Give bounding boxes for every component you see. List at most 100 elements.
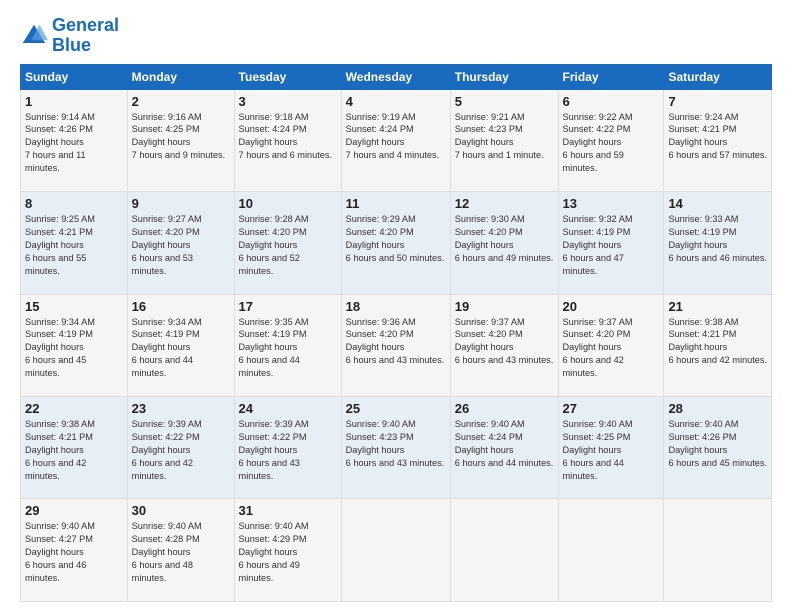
weekday-header-monday: Monday — [127, 64, 234, 89]
day-detail: Sunrise: 9:33 AMSunset: 4:19 PMDaylight … — [668, 213, 767, 265]
week-row-5: 29 Sunrise: 9:40 AMSunset: 4:27 PMDayligh… — [21, 499, 772, 602]
calendar-cell: 25Sunrise: 9:40 AMSunset: 4:23 PMDayligh… — [341, 397, 450, 499]
logo-text: General Blue — [52, 16, 119, 56]
calendar-cell: 10Sunrise: 9:28 AMSunset: 4:20 PMDayligh… — [234, 192, 341, 294]
day-number: 19 — [455, 299, 554, 314]
day-number: 18 — [346, 299, 446, 314]
day-detail: Sunrise: 9:40 AMSunset: 4:25 PMDaylight … — [563, 418, 660, 482]
calendar-cell: 16 Sunrise: 9:34 AMSunset: 4:19 PMDayligh… — [127, 294, 234, 396]
calendar-table: SundayMondayTuesdayWednesdayThursdayFrid… — [20, 64, 772, 602]
calendar-cell: 26Sunrise: 9:40 AMSunset: 4:24 PMDayligh… — [450, 397, 558, 499]
day-number: 16 — [132, 299, 230, 314]
day-detail: Sunrise: 9:18 AMSunset: 4:24 PMDaylight … — [239, 111, 337, 163]
day-number: 30 — [132, 503, 230, 518]
day-detail: Sunrise: 9:40 AMSunset: 4:27 PMDaylight … — [25, 520, 123, 584]
weekday-header-row: SundayMondayTuesdayWednesdayThursdayFrid… — [21, 64, 772, 89]
day-detail: Sunrise: 9:40 AMSunset: 4:28 PMDaylight … — [132, 520, 230, 584]
day-number: 8 — [25, 196, 123, 211]
logo-icon — [20, 22, 48, 50]
day-number: 10 — [239, 196, 337, 211]
calendar-cell: 4 Sunrise: 9:19 AMSunset: 4:24 PMDaylight… — [341, 89, 450, 191]
weekday-header-sunday: Sunday — [21, 64, 128, 89]
day-detail: Sunrise: 9:21 AMSunset: 4:23 PMDaylight … — [455, 111, 554, 163]
day-detail: Sunrise: 9:27 AMSunset: 4:20 PMDaylight … — [132, 213, 230, 277]
day-detail: Sunrise: 9:38 AMSunset: 4:21 PMDaylight … — [25, 418, 123, 482]
calendar-cell: 18 Sunrise: 9:36 AMSunset: 4:20 PMDayligh… — [341, 294, 450, 396]
week-row-3: 15 Sunrise: 9:34 AMSunset: 4:19 PMDayligh… — [21, 294, 772, 396]
weekday-header-wednesday: Wednesday — [341, 64, 450, 89]
calendar-cell — [664, 499, 772, 602]
day-number: 4 — [346, 94, 446, 109]
day-detail: Sunrise: 9:34 AMSunset: 4:19 PMDaylight … — [25, 316, 123, 380]
calendar-body: 1Sunrise: 9:14 AMSunset: 4:26 PMDaylight… — [21, 89, 772, 601]
day-number: 17 — [239, 299, 337, 314]
logo: General Blue — [20, 16, 119, 56]
day-number: 14 — [668, 196, 767, 211]
day-number: 22 — [25, 401, 123, 416]
calendar-cell: 30 Sunrise: 9:40 AMSunset: 4:28 PMDayligh… — [127, 499, 234, 602]
calendar-cell — [450, 499, 558, 602]
weekday-header-friday: Friday — [558, 64, 664, 89]
calendar-cell: 11 Sunrise: 9:29 AMSunset: 4:20 PMDayligh… — [341, 192, 450, 294]
day-detail: Sunrise: 9:19 AMSunset: 4:24 PMDaylight … — [346, 111, 446, 163]
day-number: 5 — [455, 94, 554, 109]
calendar-cell: 28 Sunrise: 9:40 AMSunset: 4:26 PMDayligh… — [664, 397, 772, 499]
week-row-1: 1Sunrise: 9:14 AMSunset: 4:26 PMDaylight… — [21, 89, 772, 191]
day-number: 27 — [563, 401, 660, 416]
day-detail: Sunrise: 9:39 AMSunset: 4:22 PMDaylight … — [239, 418, 337, 482]
weekday-header-tuesday: Tuesday — [234, 64, 341, 89]
calendar-header: SundayMondayTuesdayWednesdayThursdayFrid… — [21, 64, 772, 89]
calendar-cell: 23Sunrise: 9:39 AMSunset: 4:22 PMDayligh… — [127, 397, 234, 499]
calendar-cell: 12 Sunrise: 9:30 AMSunset: 4:20 PMDayligh… — [450, 192, 558, 294]
calendar-cell: 7 Sunrise: 9:24 AMSunset: 4:21 PMDaylight… — [664, 89, 772, 191]
day-number: 20 — [563, 299, 660, 314]
calendar-cell: 17Sunrise: 9:35 AMSunset: 4:19 PMDayligh… — [234, 294, 341, 396]
day-detail: Sunrise: 9:25 AMSunset: 4:21 PMDaylight … — [25, 213, 123, 277]
calendar-cell: 21 Sunrise: 9:38 AMSunset: 4:21 PMDayligh… — [664, 294, 772, 396]
calendar-cell — [558, 499, 664, 602]
day-number: 12 — [455, 196, 554, 211]
week-row-4: 22 Sunrise: 9:38 AMSunset: 4:21 PMDayligh… — [21, 397, 772, 499]
day-number: 11 — [346, 196, 446, 211]
calendar-cell: 14 Sunrise: 9:33 AMSunset: 4:19 PMDayligh… — [664, 192, 772, 294]
calendar-cell: 9Sunrise: 9:27 AMSunset: 4:20 PMDaylight… — [127, 192, 234, 294]
day-detail: Sunrise: 9:36 AMSunset: 4:20 PMDaylight … — [346, 316, 446, 368]
calendar-cell: 29 Sunrise: 9:40 AMSunset: 4:27 PMDayligh… — [21, 499, 128, 602]
calendar-cell: 6 Sunrise: 9:22 AMSunset: 4:22 PMDaylight… — [558, 89, 664, 191]
page-header: General Blue — [20, 16, 772, 56]
day-number: 29 — [25, 503, 123, 518]
weekday-header-thursday: Thursday — [450, 64, 558, 89]
calendar-cell: 3 Sunrise: 9:18 AMSunset: 4:24 PMDaylight… — [234, 89, 341, 191]
day-detail: Sunrise: 9:38 AMSunset: 4:21 PMDaylight … — [668, 316, 767, 368]
calendar-cell: 27 Sunrise: 9:40 AMSunset: 4:25 PMDayligh… — [558, 397, 664, 499]
day-number: 3 — [239, 94, 337, 109]
day-number: 6 — [563, 94, 660, 109]
day-detail: Sunrise: 9:37 AMSunset: 4:20 PMDaylight … — [455, 316, 554, 368]
calendar-cell — [341, 499, 450, 602]
day-detail: Sunrise: 9:39 AMSunset: 4:22 PMDaylight … — [132, 418, 230, 482]
day-number: 21 — [668, 299, 767, 314]
day-number: 26 — [455, 401, 554, 416]
day-detail: Sunrise: 9:40 AMSunset: 4:26 PMDaylight … — [668, 418, 767, 470]
week-row-2: 8 Sunrise: 9:25 AMSunset: 4:21 PMDaylight… — [21, 192, 772, 294]
calendar-cell: 8 Sunrise: 9:25 AMSunset: 4:21 PMDaylight… — [21, 192, 128, 294]
day-detail: Sunrise: 9:22 AMSunset: 4:22 PMDaylight … — [563, 111, 660, 175]
day-detail: Sunrise: 9:30 AMSunset: 4:20 PMDaylight … — [455, 213, 554, 265]
calendar-cell: 20 Sunrise: 9:37 AMSunset: 4:20 PMDayligh… — [558, 294, 664, 396]
day-detail: Sunrise: 9:34 AMSunset: 4:19 PMDaylight … — [132, 316, 230, 380]
day-number: 28 — [668, 401, 767, 416]
day-detail: Sunrise: 9:37 AMSunset: 4:20 PMDaylight … — [563, 316, 660, 380]
calendar-cell: 19 Sunrise: 9:37 AMSunset: 4:20 PMDayligh… — [450, 294, 558, 396]
calendar-cell: 2Sunrise: 9:16 AMSunset: 4:25 PMDaylight… — [127, 89, 234, 191]
day-detail: Sunrise: 9:40 AMSunset: 4:29 PMDaylight … — [239, 520, 337, 584]
calendar-cell: 22 Sunrise: 9:38 AMSunset: 4:21 PMDayligh… — [21, 397, 128, 499]
day-number: 7 — [668, 94, 767, 109]
day-number: 15 — [25, 299, 123, 314]
calendar-cell: 5 Sunrise: 9:21 AMSunset: 4:23 PMDaylight… — [450, 89, 558, 191]
day-detail: Sunrise: 9:14 AMSunset: 4:26 PMDaylight … — [25, 111, 123, 175]
day-detail: Sunrise: 9:29 AMSunset: 4:20 PMDaylight … — [346, 213, 446, 265]
day-detail: Sunrise: 9:24 AMSunset: 4:21 PMDaylight … — [668, 111, 767, 163]
day-number: 31 — [239, 503, 337, 518]
calendar-cell: 31 Sunrise: 9:40 AMSunset: 4:29 PMDayligh… — [234, 499, 341, 602]
day-detail: Sunrise: 9:40 AMSunset: 4:23 PMDaylight … — [346, 418, 446, 470]
